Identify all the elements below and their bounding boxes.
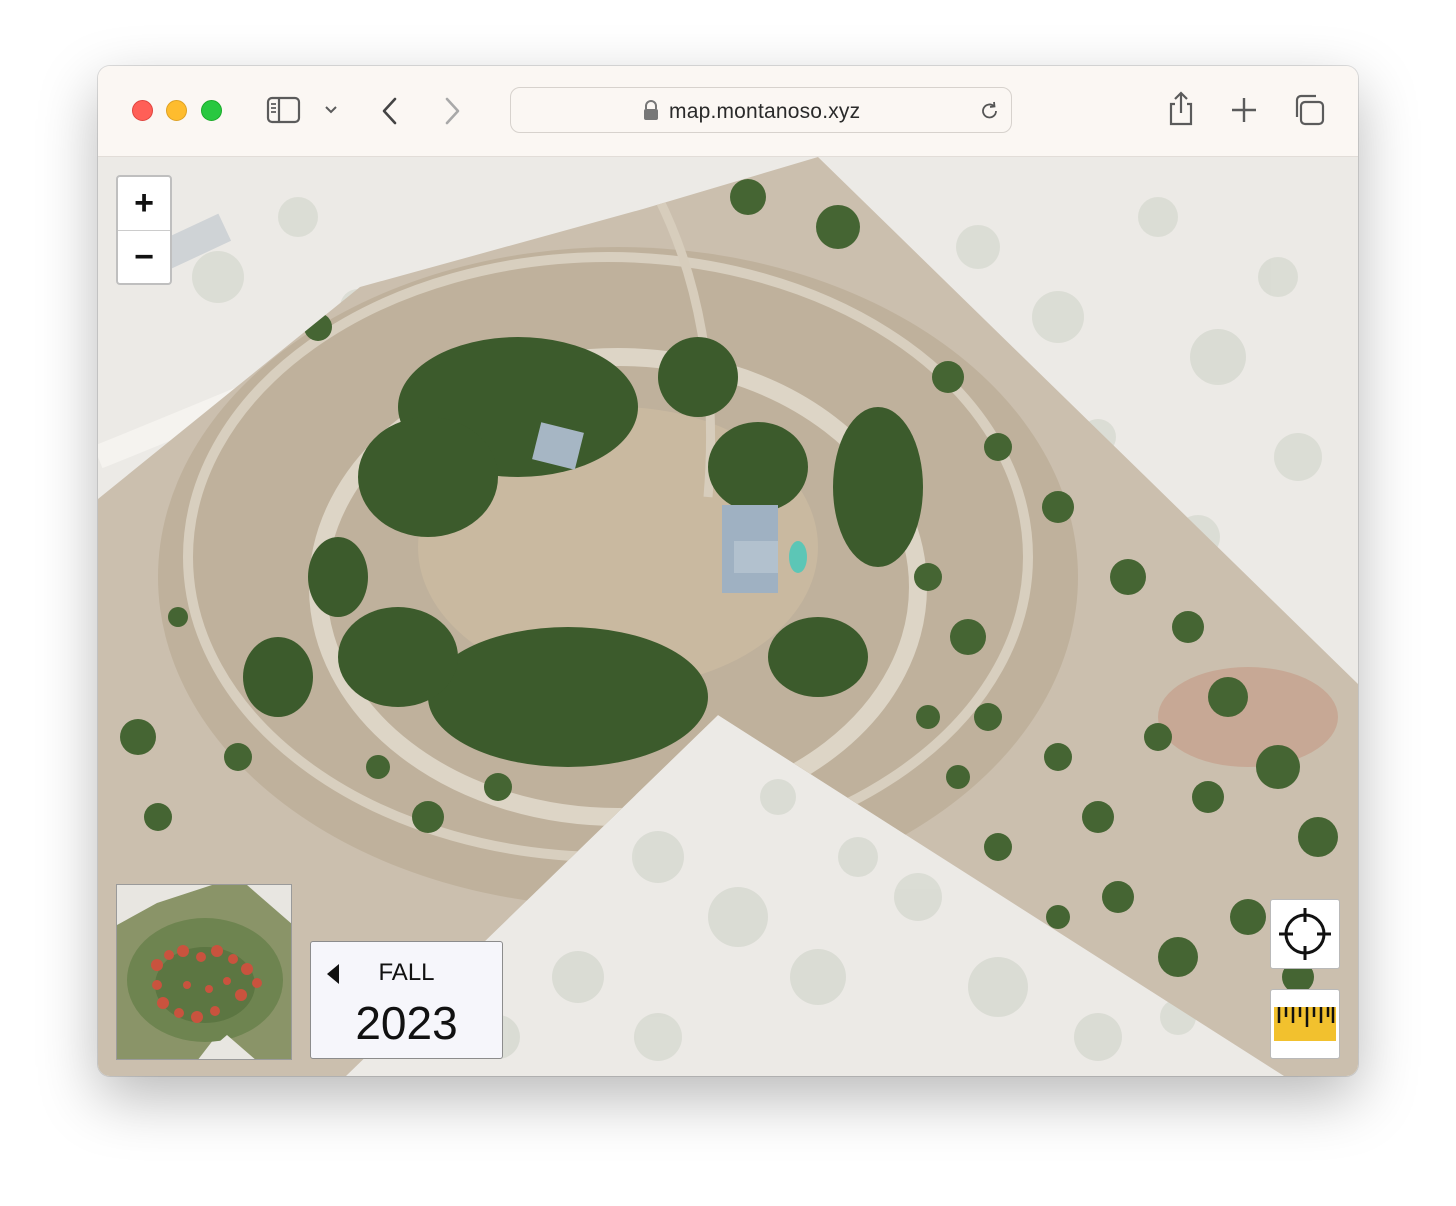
close-window-button[interactable] [132, 100, 153, 121]
thumbnail-image [117, 885, 291, 1059]
season-label: FALL [378, 959, 435, 986]
new-tab-icon[interactable] [1230, 96, 1258, 124]
forward-icon[interactable] [442, 96, 462, 126]
map-viewport[interactable]: + − FALL 2023 [98, 157, 1358, 1076]
crosshair-icon [1279, 908, 1331, 960]
zoom-out-button[interactable]: − [118, 231, 170, 284]
measure-button[interactable] [1270, 989, 1340, 1059]
zoom-window-button[interactable] [201, 100, 222, 121]
ruler-icon [1274, 1007, 1336, 1041]
zoom-in-button[interactable]: + [118, 177, 170, 231]
season-selector: FALL 2023 [310, 941, 503, 1059]
url-text: map.montanoso.xyz [669, 100, 861, 123]
back-icon[interactable] [380, 96, 400, 126]
layer-thumbnail[interactable] [116, 884, 292, 1060]
browser-toolbar: map.montanoso.xyz [98, 66, 1358, 157]
season-year: 2023 [355, 997, 458, 1049]
zoom-control: + − [116, 175, 172, 285]
address-bar[interactable]: map.montanoso.xyz [510, 87, 1012, 133]
lock-icon [644, 100, 658, 120]
share-icon[interactable] [1166, 90, 1196, 128]
locate-button[interactable] [1270, 899, 1340, 969]
browser-window: map.montanoso.xyz + − FALL 2023 [98, 66, 1358, 1076]
chevron-down-icon[interactable] [324, 104, 338, 116]
minimize-window-button[interactable] [166, 100, 187, 121]
reload-icon[interactable] [979, 100, 1001, 122]
tabs-overview-icon[interactable] [1292, 93, 1326, 127]
sidebar-icon[interactable] [266, 96, 302, 124]
